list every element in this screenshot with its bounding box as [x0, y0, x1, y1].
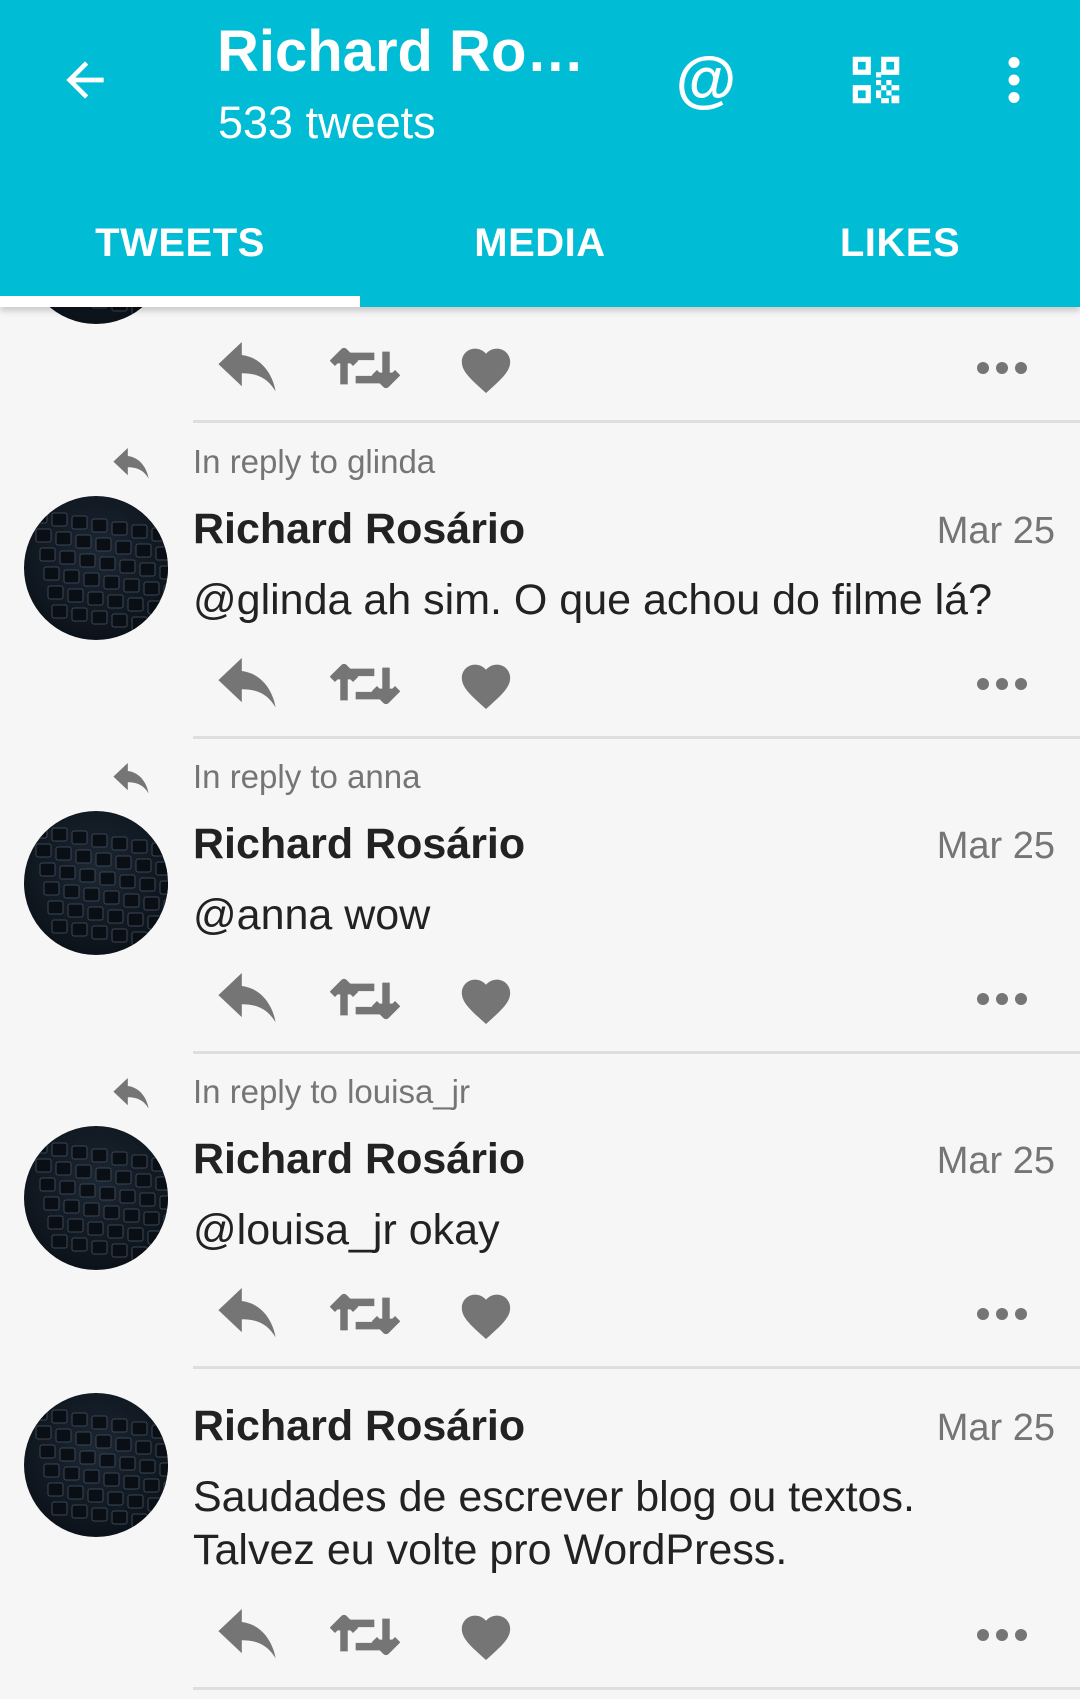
reply-to-text[interactable]: In reply to louisa_jr [193, 1073, 470, 1111]
avatar[interactable] [24, 1126, 168, 1270]
more-button[interactable] [962, 338, 1042, 398]
retweet-icon [330, 347, 400, 389]
tweet-date: Mar 25 [936, 510, 1055, 552]
reply-button[interactable] [207, 1284, 287, 1344]
tab-media[interactable]: MEDIA [360, 190, 720, 307]
tab-label: MEDIA [474, 221, 606, 265]
more-button[interactable] [962, 969, 1042, 1029]
avatar-image [31, 824, 168, 949]
like-button[interactable] [446, 654, 526, 714]
divider [193, 420, 1080, 423]
overflow-menu-button[interactable] [974, 40, 1054, 120]
divider [193, 736, 1080, 739]
reply-indicator [110, 759, 152, 799]
mention-button[interactable]: @ [666, 40, 746, 120]
divider [193, 1687, 1080, 1690]
tweet-text: @anna wow [193, 891, 431, 939]
retweet-button[interactable] [325, 654, 405, 714]
tweet-count: 533 tweets [218, 97, 436, 148]
tab-label: LIKES [839, 221, 961, 265]
tweet-date: Mar 25 [936, 825, 1055, 867]
heart-icon [461, 1294, 511, 1340]
reply-button[interactable] [207, 654, 287, 714]
author-name[interactable]: Richard Rosário [193, 1402, 525, 1451]
reply-icon [218, 1609, 276, 1659]
heart-icon [461, 1615, 511, 1661]
tweet-text: Saudades de escrever blog ou textos. Tal… [193, 1473, 915, 1574]
reply-icon [218, 342, 276, 392]
like-button[interactable] [446, 338, 526, 398]
avatar[interactable] [24, 1393, 168, 1537]
tweet-text: @glinda ah sim. O que achou do filme lá? [193, 576, 992, 624]
tab-tweets[interactable]: TWEETS [0, 190, 360, 307]
reply-to-text[interactable]: In reply to glinda [193, 443, 435, 481]
tweet-date: Mar 25 [936, 1407, 1055, 1449]
reply-icon [113, 1078, 149, 1109]
like-button[interactable] [446, 969, 526, 1029]
like-button[interactable] [446, 1605, 526, 1665]
reply-icon [218, 658, 276, 708]
avatar[interactable] [24, 496, 168, 640]
tab-label: TWEETS [95, 221, 265, 265]
tweet-text: @louisa_jr okay [193, 1206, 500, 1254]
profile-tabs: TWEETS MEDIA LIKES [0, 190, 1080, 307]
like-button[interactable] [446, 1284, 526, 1344]
divider [193, 1051, 1080, 1054]
more-button[interactable] [962, 654, 1042, 714]
reply-indicator [110, 444, 152, 484]
reply-indicator [110, 1074, 152, 1114]
back-button[interactable] [50, 45, 120, 115]
retweet-icon [330, 1614, 400, 1656]
retweet-button[interactable] [325, 969, 405, 1029]
avatar-image [31, 1406, 168, 1531]
heart-icon [461, 348, 511, 394]
retweet-button[interactable] [325, 338, 405, 398]
reply-button[interactable] [207, 969, 287, 1029]
at-sign-icon: @ [675, 45, 737, 114]
qr-code-icon [852, 56, 900, 104]
author-name[interactable]: Richard Rosário [193, 505, 525, 554]
more-horiz-icon [977, 678, 1027, 690]
heart-icon [461, 979, 511, 1025]
retweet-icon [330, 978, 400, 1020]
retweet-button[interactable] [325, 1605, 405, 1665]
reply-icon [218, 1288, 276, 1338]
more-horiz-icon [977, 1308, 1027, 1320]
qr-code-button[interactable] [836, 40, 916, 120]
author-name[interactable]: Richard Rosário [193, 1135, 525, 1184]
divider [193, 1366, 1080, 1369]
more-button[interactable] [962, 1284, 1042, 1344]
profile-title: Richard Rosário [217, 19, 597, 84]
tab-likes[interactable]: LIKES [720, 190, 1080, 307]
tweet-date: Mar 25 [936, 1140, 1055, 1182]
avatar[interactable] [24, 811, 168, 955]
reply-icon [113, 448, 149, 479]
reply-button[interactable] [207, 338, 287, 398]
arrow-left-icon [66, 61, 104, 99]
reply-to-text[interactable]: In reply to anna [193, 758, 421, 796]
author-name[interactable]: Richard Rosário [193, 820, 525, 869]
reply-icon [218, 973, 276, 1023]
reply-icon [113, 763, 149, 794]
retweet-icon [330, 663, 400, 705]
avatar-image [31, 509, 168, 634]
avatar-image [31, 1139, 168, 1264]
more-horiz-icon [977, 1629, 1027, 1641]
more-horiz-icon [977, 993, 1027, 1005]
more-vert-icon [1008, 57, 1020, 103]
reply-button[interactable] [207, 1605, 287, 1665]
more-horiz-icon [977, 362, 1027, 374]
app-bar: Richard Rosário 533 tweets @ [0, 0, 1080, 307]
more-button[interactable] [962, 1605, 1042, 1665]
retweet-icon [330, 1293, 400, 1335]
heart-icon [461, 664, 511, 710]
retweet-button[interactable] [325, 1284, 405, 1344]
